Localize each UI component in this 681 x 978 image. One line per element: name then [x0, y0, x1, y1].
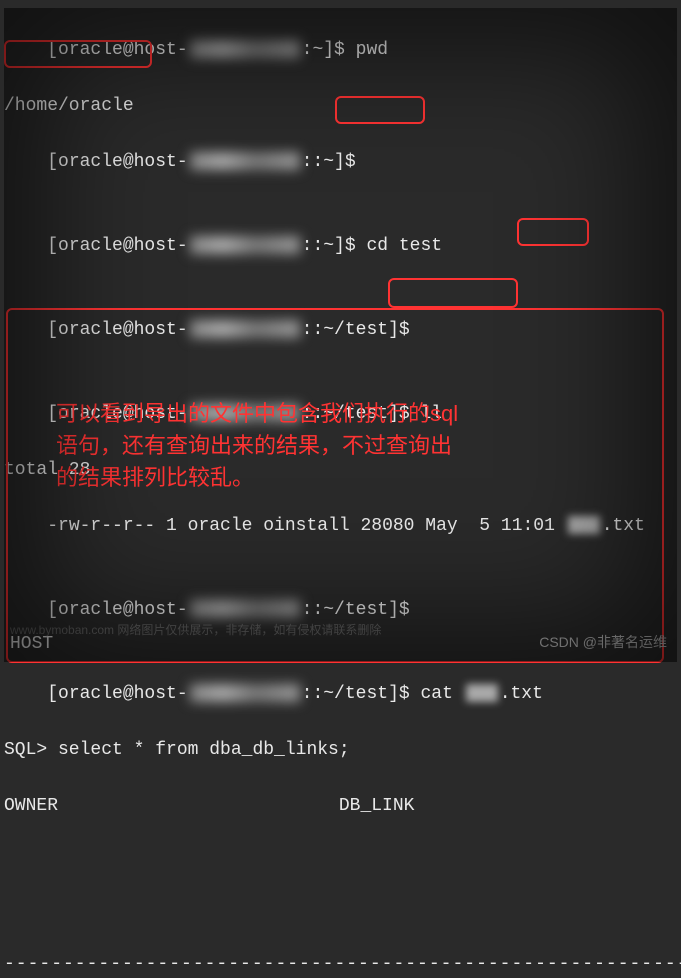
prompt-suffix: ::~/test]$: [302, 320, 410, 340]
watermark-source: www.bymoban.com 网络图片仅供展示，非存储，如有侵权请联系删除: [10, 621, 381, 638]
output-home: /home/oracle: [4, 92, 677, 120]
prompt-prefix: [oracle@host-: [47, 152, 187, 172]
censored-filename: [466, 684, 498, 702]
prompt-suffix: :~]$ pwd: [302, 40, 388, 60]
file-ext: .txt: [602, 516, 645, 536]
file-details: -rw-r--r-- 1 oracle oinstall 28080 May 5…: [47, 516, 565, 536]
annotation-text: 可以看到导出的文件中包含我们执行的sql 语句，还有查询出来的结果，不过查询出 …: [56, 398, 556, 494]
prompt-prefix: [oracle@host-: [47, 320, 187, 340]
censored-host: [190, 40, 300, 58]
prompt-line-test1: [oracle@host-::~/test]$: [4, 288, 677, 372]
output-file-row: -rw-r--r-- 1 oracle oinstall 28080 May 5…: [4, 484, 677, 568]
censored-host: [190, 684, 300, 702]
prompt-prefix: [oracle@host-: [47, 600, 187, 620]
sql-query-line: SQL> select * from dba_db_links;: [4, 736, 677, 764]
censored-host: [190, 600, 300, 618]
terminal-window[interactable]: [oracle@host- :~]$ pwd /home/oracle [orac…: [4, 8, 677, 662]
prompt-prefix: [oracle@host-: [47, 236, 187, 256]
watermark-author: CSDN @非著名运维: [539, 632, 667, 652]
prompt-suffix: ::~/test]$: [302, 600, 410, 620]
prompt-line-empty1: [oracle@host-::~]$: [4, 120, 677, 204]
prompt-prefix: [oracle@host-: [47, 684, 187, 704]
censored-host: [190, 320, 300, 338]
prompt-line-pwd: [oracle@host- :~]$ pwd: [4, 8, 677, 92]
prompt-line-cdtest: [oracle@host-::~]$ cd test: [4, 204, 677, 288]
prompt-suffix: ::~]$: [302, 236, 367, 256]
cmd-cdtest: cd test: [366, 236, 442, 256]
file-ext: .txt: [500, 684, 543, 704]
sql-header-line: OWNER DB_LINK: [4, 792, 677, 820]
sql-divider-line: ----------------------------------------…: [4, 950, 677, 978]
censored-filename: [568, 516, 600, 534]
blank-region: [4, 820, 677, 950]
prompt-prefix: [oracle@host-: [47, 40, 187, 60]
censored-host: [190, 236, 300, 254]
prompt-line-cat: [oracle@host-::~/test]$ cat .txt: [4, 652, 677, 736]
prompt-suffix: ::~/test]$ cat: [302, 684, 464, 704]
blank-line: [4, 764, 677, 792]
prompt-suffix: ::~]$: [302, 152, 356, 172]
censored-host: [190, 152, 300, 170]
